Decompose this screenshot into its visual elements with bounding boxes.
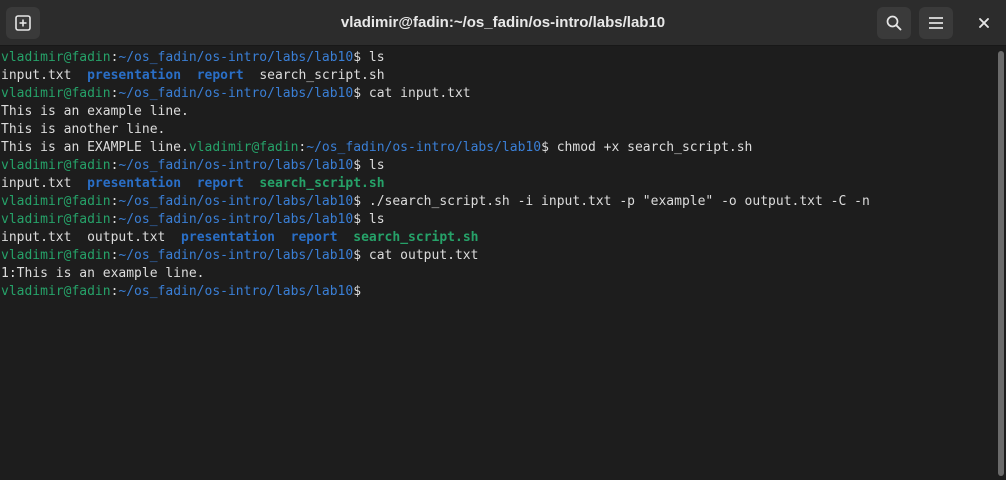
menu-button[interactable] <box>919 7 953 39</box>
command-text: ./search_script.sh -i input.txt -p "exam… <box>368 194 870 209</box>
terminal-line: vladimir@fadin:~/os_fadin/os-intro/labs/… <box>1 193 996 211</box>
terminal-line: vladimir@fadin:~/os_fadin/os-intro/labs/… <box>1 85 996 103</box>
title-bar: vladimir@fadin:~/os_fadin/os-intro/labs/… <box>0 0 1006 46</box>
command-text: cat output.txt <box>368 248 479 263</box>
hamburger-menu-icon <box>928 16 944 30</box>
command-text: ls <box>368 212 385 227</box>
new-tab-button[interactable] <box>6 7 40 39</box>
terminal-line: input.txt presentation report search_scr… <box>1 67 996 85</box>
prompt-path: ~/os_fadin/os-intro/labs/lab10 <box>118 194 354 209</box>
prompt-user: vladimir@fadin <box>1 194 111 209</box>
file-entry: search_script.sh <box>259 68 385 83</box>
file-entry: input.txt <box>1 176 72 191</box>
scrollbar-thumb[interactable] <box>998 51 1004 476</box>
terminal-line: vladimir@fadin:~/os_fadin/os-intro/labs/… <box>1 247 996 265</box>
prompt-path: ~/os_fadin/os-intro/labs/lab10 <box>118 158 354 173</box>
executable-entry: search_script.sh <box>259 176 385 191</box>
window-title: vladimir@fadin:~/os_fadin/os-intro/labs/… <box>340 14 666 31</box>
terminal-line[interactable]: vladimir@fadin:~/os_fadin/os-intro/labs/… <box>1 283 996 301</box>
output-line: This is an example line. <box>1 104 189 119</box>
search-icon <box>886 15 902 31</box>
prompt-user: vladimir@fadin <box>1 284 111 299</box>
command-text: cat input.txt <box>368 86 471 101</box>
terminal-line: input.txt output.txt presentation report… <box>1 229 996 247</box>
prompt-path: ~/os_fadin/os-intro/labs/lab10 <box>306 140 542 155</box>
prompt-path: ~/os_fadin/os-intro/labs/lab10 <box>118 86 354 101</box>
prompt-end: $ <box>353 194 369 209</box>
prompt-path: ~/os_fadin/os-intro/labs/lab10 <box>118 50 354 65</box>
output-line: This is another line. <box>1 122 166 137</box>
prompt-path: ~/os_fadin/os-intro/labs/lab10 <box>118 248 354 263</box>
executable-entry: search_script.sh <box>353 230 479 245</box>
prompt-end: $ <box>353 86 369 101</box>
terminal-output[interactable]: vladimir@fadin:~/os_fadin/os-intro/labs/… <box>0 47 996 480</box>
directory-entry: presentation <box>181 230 275 245</box>
prompt-user: vladimir@fadin <box>1 86 111 101</box>
file-entry: output.txt <box>87 230 166 245</box>
prompt-user: vladimir@fadin <box>188 140 299 155</box>
prompt-end: $ <box>353 284 369 299</box>
terminal-window: vladimir@fadin:~/os_fadin/os-intro/labs/… <box>0 0 1006 480</box>
output-line: 1:This is an example line. <box>1 266 205 281</box>
close-icon <box>978 17 990 29</box>
prompt-user: vladimir@fadin <box>1 158 111 173</box>
prompt-end: $ <box>353 158 369 173</box>
terminal-line: vladimir@fadin:~/os_fadin/os-intro/labs/… <box>1 211 996 229</box>
terminal-line: This is an EXAMPLE line.vladimir@fadin:~… <box>1 139 996 157</box>
directory-entry: report <box>196 176 244 191</box>
prompt-end: $ <box>541 140 557 155</box>
directory-entry: presentation <box>87 68 182 83</box>
file-entry: input.txt <box>1 68 72 83</box>
terminal-line: vladimir@fadin:~/os_fadin/os-intro/labs/… <box>1 157 996 175</box>
output-text: This is an EXAMPLE line. <box>1 140 189 155</box>
vertical-scrollbar[interactable] <box>996 47 1006 480</box>
prompt-end: $ <box>353 212 369 227</box>
search-button[interactable] <box>877 7 911 39</box>
directory-entry: report <box>290 230 338 245</box>
command-text: ls <box>368 158 385 173</box>
file-entry: input.txt <box>1 230 72 245</box>
directory-entry: report <box>196 68 244 83</box>
new-tab-icon <box>15 15 31 31</box>
command-text: ls <box>368 50 385 65</box>
command-text: chmod +x search_script.sh <box>556 140 753 155</box>
prompt-user: vladimir@fadin <box>1 212 111 227</box>
prompt-end: $ <box>353 50 369 65</box>
terminal-line: input.txt presentation report search_scr… <box>1 175 996 193</box>
prompt-path: ~/os_fadin/os-intro/labs/lab10 <box>118 212 354 227</box>
prompt-path: ~/os_fadin/os-intro/labs/lab10 <box>118 284 354 299</box>
directory-entry: presentation <box>87 176 182 191</box>
prompt-user: vladimir@fadin <box>1 248 111 263</box>
prompt-end: $ <box>353 248 369 263</box>
prompt-user: vladimir@fadin <box>1 50 111 65</box>
close-button[interactable] <box>968 7 1000 39</box>
terminal-line: vladimir@fadin:~/os_fadin/os-intro/labs/… <box>1 49 996 67</box>
